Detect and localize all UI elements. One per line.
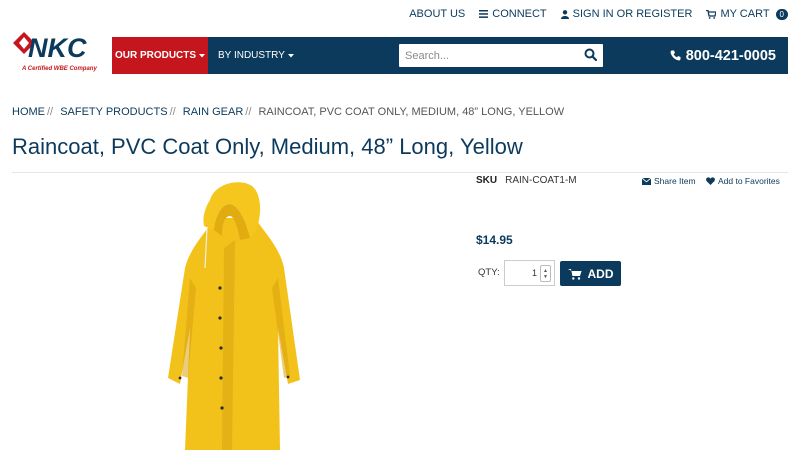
quantity-stepper: ▲ ▼ xyxy=(504,260,555,286)
search-icon[interactable] xyxy=(583,47,599,63)
top-utility-bar: ABOUT US CONNECT SIGN IN OR REGISTER MY … xyxy=(0,0,800,30)
add-to-cart-button[interactable]: ADD xyxy=(560,261,621,286)
menu-icon xyxy=(479,10,489,18)
quantity-label: QTY: xyxy=(478,267,500,278)
cart-count-badge: 0 xyxy=(775,8,788,20)
quantity-spin-buttons[interactable]: ▲ ▼ xyxy=(540,265,551,282)
breadcrumb: HOME// SAFETY PRODUCTS// RAIN GEAR// RAI… xyxy=(12,106,564,118)
search-box xyxy=(399,44,603,67)
product-price: $14.95 xyxy=(476,233,513,247)
breadcrumb-safety-products[interactable]: SAFETY PRODUCTS xyxy=(60,106,167,118)
user-icon xyxy=(560,9,569,19)
our-products-menu[interactable]: OUR PRODUCTS xyxy=(112,37,208,74)
product-image[interactable] xyxy=(160,178,310,450)
sku-row: SKU RAIN-COAT1-M xyxy=(476,175,577,186)
down-arrow-icon[interactable]: ▼ xyxy=(543,274,548,280)
add-to-favorites-link[interactable]: Add to Favorites xyxy=(706,176,780,186)
my-cart-link[interactable]: MY CART 0 xyxy=(706,8,788,20)
breadcrumb-rain-gear[interactable]: RAIN GEAR xyxy=(183,106,244,118)
svg-text:NKC: NKC xyxy=(28,33,87,63)
heart-icon xyxy=(706,177,715,185)
logo-tagline: A Certified WBE Company xyxy=(22,66,97,72)
search-input[interactable] xyxy=(403,44,577,67)
phone-number[interactable]: 800-421-0005 xyxy=(670,37,776,74)
breadcrumb-separator: // xyxy=(169,106,176,118)
breadcrumb-current: RAINCOAT, PVC COAT ONLY, MEDIUM, 48” LON… xyxy=(258,106,565,118)
divider xyxy=(12,172,788,173)
phone-icon xyxy=(670,50,681,61)
utility-links: ABOUT US CONNECT SIGN IN OR REGISTER MY … xyxy=(409,8,788,20)
caret-down-icon xyxy=(287,53,294,57)
breadcrumb-separator: // xyxy=(47,106,54,118)
breadcrumb-separator: // xyxy=(245,106,252,118)
cart-icon xyxy=(706,9,717,19)
connect-link[interactable]: CONNECT xyxy=(479,8,547,20)
by-industry-menu[interactable]: BY INDUSTRY xyxy=(218,37,294,74)
envelope-icon xyxy=(642,177,651,185)
share-item-link[interactable]: Share Item xyxy=(642,176,696,186)
caret-down-icon xyxy=(199,53,206,57)
main-navbar: OUR PRODUCTS BY INDUSTRY 800-421-0005 xyxy=(112,37,788,74)
cart-icon xyxy=(567,268,582,280)
logo-mark: NKC xyxy=(13,32,87,63)
sku-value: RAIN-COAT1-M xyxy=(505,175,577,186)
sku-label: SKU xyxy=(476,175,498,186)
breadcrumb-home[interactable]: HOME xyxy=(12,106,45,118)
sign-in-link[interactable]: SIGN IN OR REGISTER xyxy=(560,8,692,20)
page-title: Raincoat, PVC Coat Only, Medium, 48” Lon… xyxy=(12,134,523,159)
quantity-input[interactable] xyxy=(507,264,539,282)
about-us-link[interactable]: ABOUT US xyxy=(409,8,465,20)
